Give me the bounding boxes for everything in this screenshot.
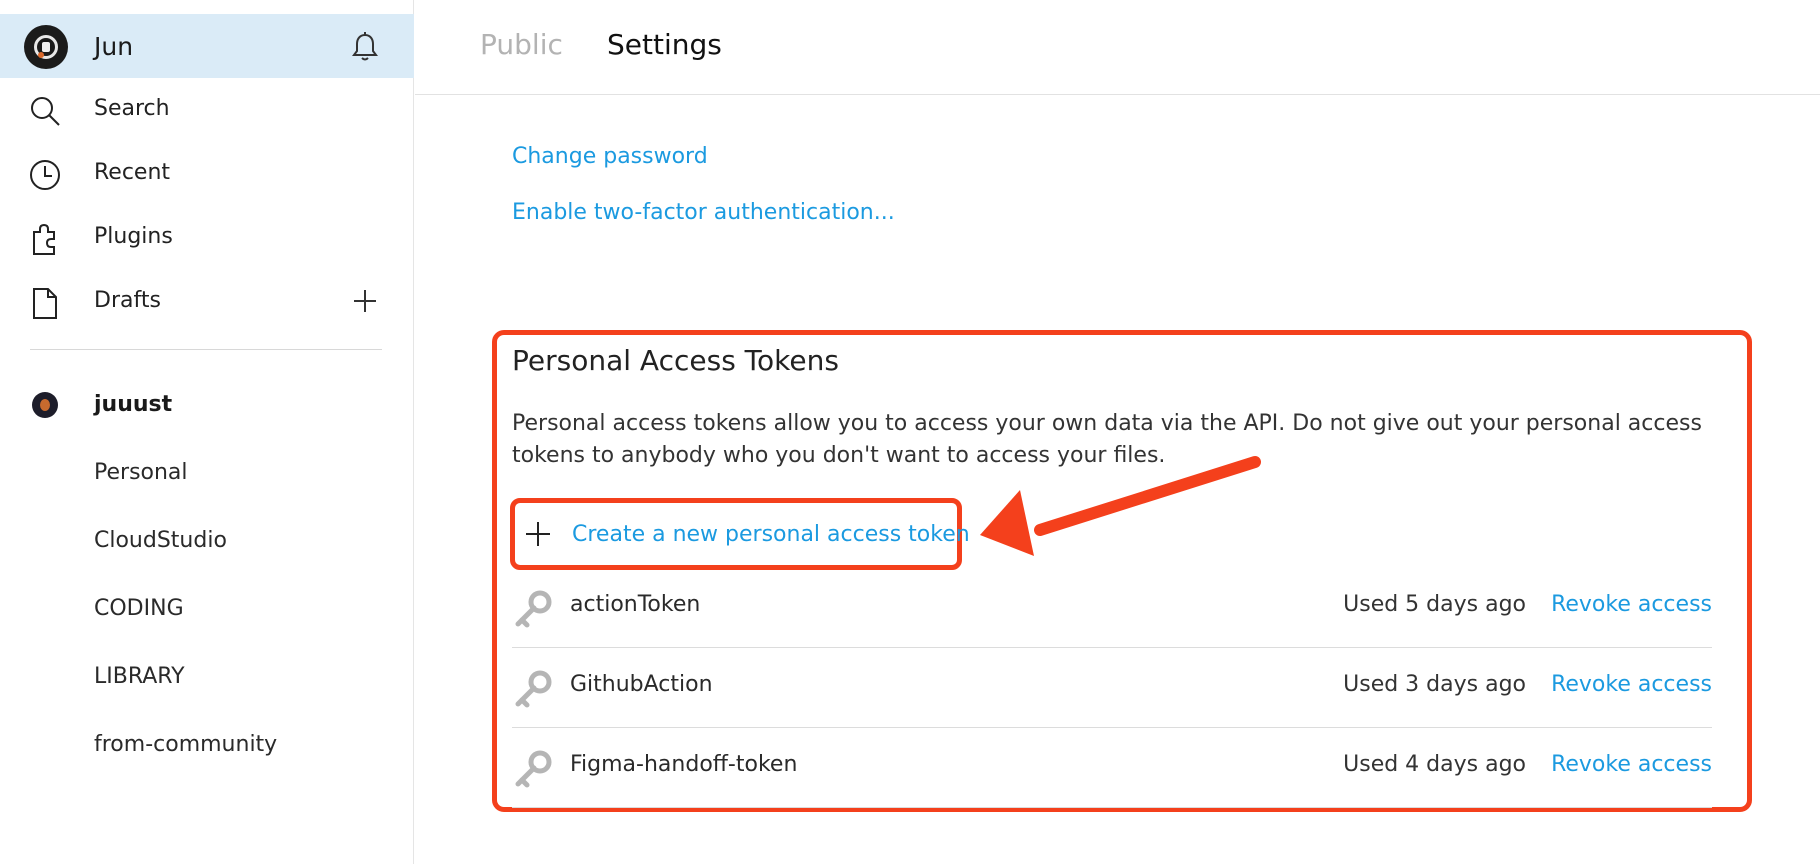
nav-recent-label: Recent [94, 160, 171, 185]
enable-2fa-link[interactable]: Enable two-factor authentication... [512, 200, 895, 225]
revoke-access-link[interactable]: Revoke access [1551, 592, 1712, 617]
token-row: Figma-handoff-token Used 4 days ago Revo… [512, 728, 1712, 808]
nav-search-label: Search [94, 96, 170, 121]
token-name: GithubAction [570, 672, 713, 697]
clock-icon [30, 160, 60, 190]
revoke-access-link[interactable]: Revoke access [1551, 672, 1712, 697]
tab-settings[interactable]: Settings [607, 28, 722, 61]
nav-recent[interactable]: Recent [0, 146, 414, 202]
project-item[interactable]: Personal [94, 460, 188, 485]
nav-drafts[interactable]: Drafts [0, 274, 414, 330]
nav-drafts-label: Drafts [94, 288, 161, 313]
token-row: actionToken Used 5 days ago Revoke acces… [512, 568, 1712, 648]
bell-icon[interactable] [350, 31, 380, 63]
sidebar: Jun Search Recent Plugins Drafts juuust … [0, 0, 414, 864]
tab-bar: Public Settings [415, 0, 1820, 95]
key-icon [515, 750, 552, 788]
plugin-icon [33, 223, 55, 255]
token-name: actionToken [570, 592, 701, 617]
project-item[interactable]: CloudStudio [94, 528, 227, 553]
project-item[interactable]: from-community [94, 732, 277, 757]
plus-icon[interactable] [524, 520, 552, 548]
nav-search[interactable]: Search [0, 82, 414, 138]
create-token-link[interactable]: Create a new personal access token [572, 522, 970, 547]
project-item[interactable]: CODING [94, 596, 184, 621]
token-last-used: Used 5 days ago [1343, 592, 1526, 617]
token-row: GithubAction Used 3 days ago Revoke acce… [512, 648, 1712, 728]
nav-plugins[interactable]: Plugins [0, 210, 414, 266]
team-name: juuust [94, 392, 173, 417]
revoke-access-link[interactable]: Revoke access [1551, 752, 1712, 777]
user-avatar [24, 25, 68, 69]
project-item[interactable]: LIBRARY [94, 664, 185, 689]
tab-public[interactable]: Public [480, 28, 563, 61]
sidebar-divider [30, 349, 382, 350]
token-last-used: Used 3 days ago [1343, 672, 1526, 697]
file-icon [33, 288, 57, 319]
token-last-used: Used 4 days ago [1343, 752, 1526, 777]
nav-plugins-label: Plugins [94, 224, 173, 249]
user-name: Jun [94, 32, 134, 61]
search-icon [31, 97, 60, 126]
key-icon [515, 670, 552, 708]
team-avatar [32, 392, 58, 418]
pat-title: Personal Access Tokens [512, 344, 839, 377]
key-icon [515, 590, 552, 628]
plus-icon[interactable] [350, 286, 380, 316]
token-name: Figma-handoff-token [570, 752, 798, 777]
arrow-annotation [980, 456, 1261, 556]
change-password-link[interactable]: Change password [512, 144, 708, 169]
team-row[interactable]: juuust [0, 380, 414, 430]
user-row[interactable]: Jun [0, 14, 414, 78]
